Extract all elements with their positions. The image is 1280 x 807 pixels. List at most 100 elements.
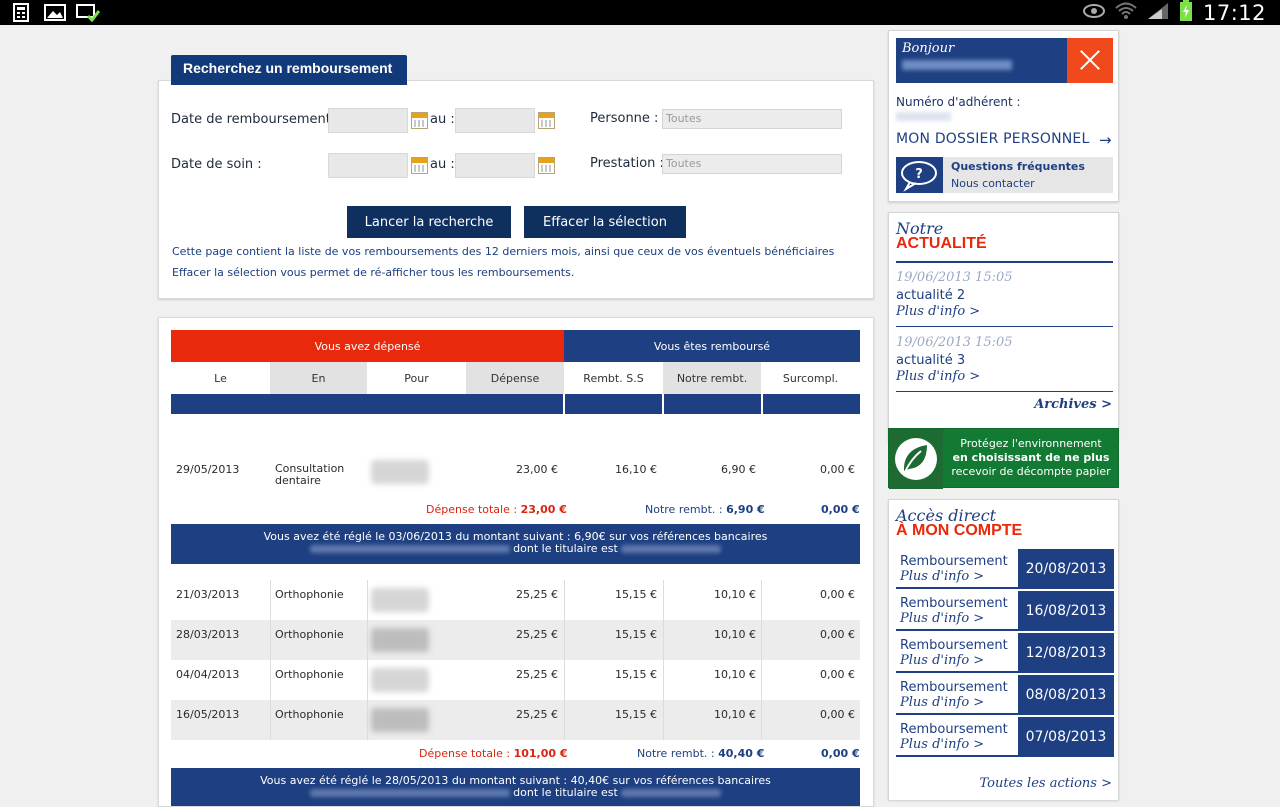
search-panel-title: Recherchez un remboursement	[171, 55, 407, 85]
news-more-link[interactable]: Plus d'info >	[896, 304, 980, 319]
eco-line-1: Protégez l'environnement	[960, 437, 1102, 450]
calendar-icon[interactable]	[538, 112, 555, 129]
item-more-link[interactable]: Plus d'info >	[900, 737, 1014, 752]
divider	[896, 261, 1113, 263]
row-notre-rembt: 10,10 €	[714, 708, 756, 721]
row-prestation: Orthophonie	[275, 628, 344, 641]
row-notre-rembt: 6,90 €	[721, 463, 756, 476]
row-surcompl: 0,00 €	[820, 588, 855, 601]
item-more-link[interactable]: Plus d'info >	[900, 569, 1014, 584]
mon-dossier-link[interactable]: MON DOSSIER PERSONNEL	[896, 131, 1089, 147]
row-surcompl: 0,00 €	[820, 628, 855, 641]
row-rembt-ss: 15,15 €	[615, 708, 657, 721]
personne-select[interactable]: Toutes	[662, 109, 842, 129]
arrow-right-icon[interactable]: →	[1099, 131, 1112, 149]
numero-adherent-label: Numéro d'adhérent :	[896, 95, 1021, 109]
eco-banner[interactable]: Protégez l'environnement en choisissant …	[888, 428, 1119, 489]
search-button[interactable]: Lancer la recherche	[347, 206, 511, 238]
header-depense: Vous avez dépensé	[171, 330, 564, 362]
col-pour: Pour	[404, 371, 429, 385]
calendar-icon[interactable]	[538, 157, 555, 174]
android-status-bar: 17:12	[0, 0, 1280, 25]
row-prestation: Orthophonie	[275, 588, 344, 601]
wifi-icon	[1115, 2, 1137, 24]
direct-access-title-2: À MON COMPTE	[896, 522, 1023, 539]
row-prestation: Consultation dentaire	[275, 462, 345, 487]
item-more-link[interactable]: Plus d'info >	[900, 611, 1014, 626]
info-text-2: Effacer la sélection vous permet de ré-a…	[172, 266, 575, 279]
news-item-title[interactable]: actualité 2	[896, 288, 965, 303]
row-rembt-ss: 15,15 €	[615, 628, 657, 641]
date-remboursement-to-input[interactable]	[455, 108, 535, 133]
prestation-select[interactable]: Toutes	[662, 154, 842, 174]
news-item-title[interactable]: actualité 3	[896, 353, 965, 368]
direct-access-item[interactable]: Remboursement Plus d'info > 20/08/2013	[896, 549, 1114, 589]
table-row[interactable]: 29/05/2013 Consultation dentaire 23,00 €…	[171, 450, 860, 490]
date-remboursement-label: Date de remboursement :	[171, 112, 340, 127]
date-remboursement-from-input[interactable]	[328, 108, 408, 133]
row-date: 21/03/2013	[176, 588, 240, 601]
table-row[interactable]: 16/05/2013 Orthophonie 25,25 € 15,15 € 1…	[171, 700, 860, 740]
total-surcompl: 0,00 €	[821, 503, 860, 516]
prestation-label: Prestation :	[590, 156, 664, 171]
row-depense: 25,25 €	[516, 588, 558, 601]
item-date: 07/08/2013	[1018, 717, 1114, 757]
divider	[896, 391, 1113, 392]
col-depense: Dépense	[466, 362, 564, 394]
table-row[interactable]: 28/03/2013 Orthophonie 25,25 € 15,15 € 1…	[171, 620, 860, 660]
col-en: En	[270, 362, 367, 394]
calendar-icon[interactable]	[411, 157, 428, 174]
greeting: Bonjour	[896, 38, 1067, 83]
redacted-bank	[309, 545, 510, 553]
item-label: Remboursement	[900, 554, 1008, 569]
news-card: Notre ACTUALITÉ 19/06/2013 15:05 actuali…	[888, 212, 1119, 441]
gallery-notification-icon	[44, 3, 66, 22]
date-soin-label: Date de soin :	[171, 157, 262, 172]
row-prestation: Orthophonie	[275, 708, 344, 721]
row-date: 04/04/2013	[176, 668, 240, 681]
logout-close-icon[interactable]	[1067, 38, 1113, 83]
total-notre-rembt: Notre rembt. : 40,40 €	[637, 747, 765, 760]
redacted-beneficiary	[371, 708, 429, 732]
row-date: 16/05/2013	[176, 708, 240, 721]
faq-link[interactable]: Questions fréquentes	[951, 160, 1085, 173]
redacted-bank	[309, 789, 510, 797]
divider	[896, 326, 1113, 327]
news-more-link[interactable]: Plus d'info >	[896, 369, 980, 384]
contact-link[interactable]: Nous contacter	[951, 177, 1035, 190]
payment-banner-line2: dont le titulaire est	[171, 543, 860, 555]
direct-access-item[interactable]: Remboursement Plus d'info > 08/08/2013	[896, 675, 1114, 715]
row-notre-rembt: 10,10 €	[714, 668, 756, 681]
item-date: 08/08/2013	[1018, 675, 1114, 715]
total-depense: Dépense totale : 101,00 €	[419, 747, 568, 760]
direct-access-item[interactable]: Remboursement Plus d'info > 16/08/2013	[896, 591, 1114, 631]
item-more-link[interactable]: Plus d'info >	[900, 695, 1014, 710]
faq-block[interactable]: ? Questions fréquentes Nous contacter	[896, 157, 1113, 193]
calendar-icon[interactable]	[411, 112, 428, 129]
direct-access-item[interactable]: Remboursement Plus d'info > 07/08/2013	[896, 717, 1114, 757]
date-soin-to-input[interactable]	[455, 153, 535, 178]
table-row[interactable]: 21/03/2013 Orthophonie 25,25 € 15,15 € 1…	[171, 580, 860, 620]
reimbursement-table: Vous avez dépensé Vous êtes remboursé Le…	[158, 317, 874, 807]
page: Date de remboursement : au : Personne : …	[0, 25, 1280, 807]
redacted-number	[896, 112, 951, 121]
redacted-beneficiary	[371, 460, 429, 484]
direct-access-item[interactable]: Remboursement Plus d'info > 12/08/2013	[896, 633, 1114, 673]
table-row[interactable]: 04/04/2013 Orthophonie 25,25 € 15,15 € 1…	[171, 660, 860, 700]
date-soin-from-input[interactable]	[328, 153, 408, 178]
header-underline	[171, 394, 563, 414]
archives-link[interactable]: Archives >	[1034, 397, 1112, 412]
row-surcompl: 0,00 €	[820, 708, 855, 721]
column-separator	[270, 580, 271, 740]
direct-access-card: Accès direct À MON COMPTE Remboursement P…	[888, 499, 1119, 800]
header-underline	[763, 394, 860, 414]
redacted-name	[902, 60, 1012, 70]
header-rembourse: Vous êtes remboursé	[564, 330, 860, 362]
greeting-text: Bonjour	[902, 41, 955, 56]
clear-selection-button[interactable]: Effacer la sélection	[524, 206, 686, 238]
item-more-link[interactable]: Plus d'info >	[900, 653, 1014, 668]
col-notre-rembt: Notre rembt.	[663, 362, 761, 394]
row-notre-rembt: 10,10 €	[714, 588, 756, 601]
all-actions-link[interactable]: Toutes les actions >	[979, 776, 1112, 791]
column-separator	[367, 580, 368, 740]
